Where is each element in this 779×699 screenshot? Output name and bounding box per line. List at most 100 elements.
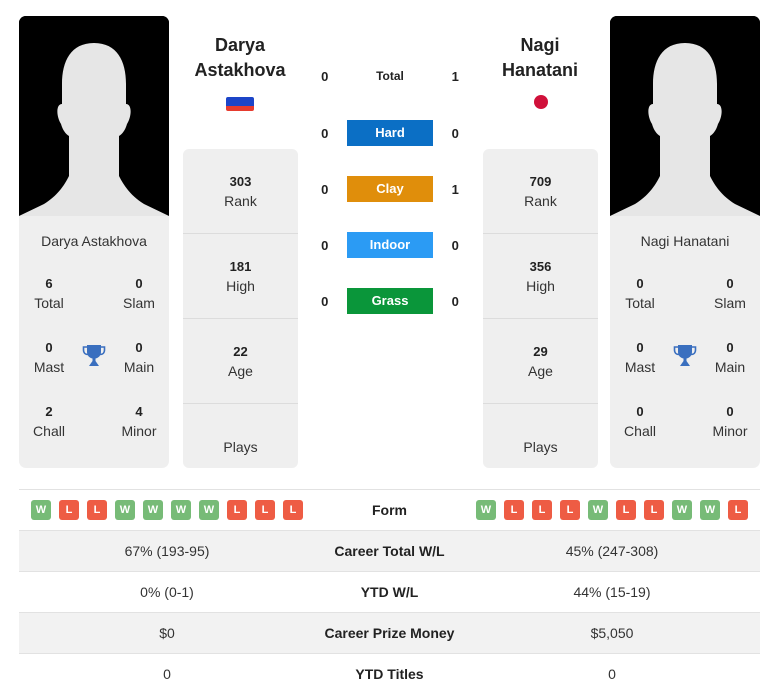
titles-total-label: Total <box>625 295 655 311</box>
form-loss-badge[interactable]: L <box>504 500 524 520</box>
form-win-badge[interactable]: W <box>199 500 219 520</box>
titles-main-value: 0 <box>135 340 143 355</box>
titles-slam-label: Slam <box>123 295 155 311</box>
titles-minor: 4 Minor <box>109 403 169 441</box>
titles-chall-value: 2 <box>45 404 53 419</box>
player1-photo[interactable] <box>19 16 169 216</box>
titles-total-value: 6 <box>45 276 53 291</box>
ytd-titles-row: 0 YTD Titles 0 <box>19 653 760 694</box>
player1-career-prize-money: $0 <box>159 625 175 641</box>
form-loss-badge[interactable]: L <box>255 500 275 520</box>
titles-minor-value: 4 <box>135 404 143 419</box>
ytd-wl-row: 0% (0-1) YTD W/L 44% (15-19) <box>19 571 760 612</box>
titles-main-value: 0 <box>726 340 734 355</box>
titles-mast-value: 0 <box>636 340 644 355</box>
titles-minor: 0 Minor <box>700 403 760 441</box>
form-loss-badge[interactable]: L <box>283 500 303 520</box>
form-loss-badge[interactable]: L <box>532 500 552 520</box>
form-loss-badge[interactable]: L <box>87 500 107 520</box>
japan-flag-icon <box>534 95 548 109</box>
stat-rank: 303 Rank <box>183 149 298 234</box>
player1-name-link[interactable]: Darya Astakhova <box>175 33 305 83</box>
surface-indoor-badge[interactable]: Indoor <box>346 232 434 258</box>
stat-high: 356 High <box>483 234 598 319</box>
player1-profile-card: Darya Astakhova 6 Total 0 Slam 0 Mast 0 … <box>19 16 169 468</box>
titles-chall: 2 Chall <box>19 403 79 441</box>
titles-total: 0 Total <box>610 275 670 313</box>
h2h-grass-row: 0 Grass 0 <box>310 288 470 314</box>
form-win-badge[interactable]: W <box>700 500 720 520</box>
form-win-badge[interactable]: W <box>171 500 191 520</box>
stat-plays: Plays <box>183 404 298 468</box>
titles-main-label: Main <box>714 359 746 375</box>
player1-form: WLLWWWWLLL <box>19 500 315 520</box>
surface-clay-badge[interactable]: Clay <box>346 176 434 202</box>
stat-age-label: Age <box>228 362 253 379</box>
form-win-badge[interactable]: W <box>476 500 496 520</box>
titles-mast-label: Mast <box>33 359 65 375</box>
player1-card-name[interactable]: Darya Astakhova <box>19 233 169 253</box>
stat-rank-label: Rank <box>524 192 557 209</box>
h2h-total-label: Total <box>376 69 404 83</box>
stat-age-label: Age <box>528 362 553 379</box>
player2-ytd-titles: 0 <box>608 666 616 682</box>
player2-photo[interactable] <box>610 16 760 216</box>
form-win-badge[interactable]: W <box>143 500 163 520</box>
titles-main: 0 Main <box>700 339 760 377</box>
titles-minor-label: Minor <box>121 423 157 439</box>
titles-mast: 0 Mast <box>610 339 670 377</box>
form-loss-badge[interactable]: L <box>616 500 636 520</box>
titles-total-label: Total <box>34 295 64 311</box>
h2h-clay-p1: 0 <box>321 181 329 197</box>
form-loss-badge[interactable]: L <box>227 500 247 520</box>
titles-chall-value: 0 <box>636 404 644 419</box>
titles-slam-value: 0 <box>135 276 143 291</box>
surface-grass-badge[interactable]: Grass <box>346 288 434 314</box>
ytd-titles-label: YTD Titles <box>355 666 424 682</box>
form-loss-badge[interactable]: L <box>560 500 580 520</box>
player1-last-name: Astakhova <box>194 60 286 80</box>
player2-first-name: Nagi <box>520 35 560 55</box>
form-loss-badge[interactable]: L <box>728 500 748 520</box>
form-loss-badge[interactable]: L <box>59 500 79 520</box>
stat-high-label: High <box>526 277 555 294</box>
player1-stats-card: 303 Rank 181 High 22 Age Plays <box>183 149 298 468</box>
titles-mast-value: 0 <box>45 340 53 355</box>
h2h-indoor-p1: 0 <box>321 237 329 253</box>
career-total-wl-row: 67% (193-95) Career Total W/L 45% (247-3… <box>19 530 760 571</box>
stat-plays-label: Plays <box>223 438 258 455</box>
surface-hard-badge[interactable]: Hard <box>346 120 434 146</box>
stat-rank-value: 709 <box>529 173 552 189</box>
player2-last-name: Hanatani <box>501 60 579 80</box>
form-win-badge[interactable]: W <box>588 500 608 520</box>
titles-main: 0 Main <box>109 339 169 377</box>
stat-age: 29 Age <box>483 319 598 404</box>
player2-ytd-wl: 44% (15-19) <box>573 584 651 600</box>
h2h-hard-p1: 0 <box>321 125 329 141</box>
titles-slam-label: Slam <box>714 295 746 311</box>
stat-plays: Plays <box>483 404 598 468</box>
h2h-clay-row: 0 Clay 1 <box>310 176 470 202</box>
titles-minor-label: Minor <box>712 423 748 439</box>
form-win-badge[interactable]: W <box>115 500 135 520</box>
player2-stats-card: 709 Rank 356 High 29 Age Plays <box>483 149 598 468</box>
career-total-wl-label: Career Total W/L <box>334 543 445 559</box>
titles-main-label: Main <box>123 359 155 375</box>
ytd-wl-label: YTD W/L <box>360 584 419 600</box>
titles-total: 6 Total <box>19 275 79 313</box>
stat-high-label: High <box>226 277 255 294</box>
form-win-badge[interactable]: W <box>31 500 51 520</box>
h2h-grass-p2: 0 <box>451 293 459 309</box>
titles-slam-value: 0 <box>726 276 734 291</box>
player2-name-link[interactable]: Nagi Hanatani <box>475 33 605 83</box>
trophy-icon <box>82 345 106 366</box>
titles-slam: 0 Slam <box>109 275 169 313</box>
stat-high-value: 356 <box>529 258 552 274</box>
player2-card-name[interactable]: Nagi Hanatani <box>610 233 760 253</box>
form-win-badge[interactable]: W <box>672 500 692 520</box>
russia-flag-icon <box>226 97 254 111</box>
h2h-total-p2: 1 <box>451 68 459 84</box>
form-loss-badge[interactable]: L <box>644 500 664 520</box>
stat-age-value: 29 <box>533 343 548 359</box>
stat-high: 181 High <box>183 234 298 319</box>
